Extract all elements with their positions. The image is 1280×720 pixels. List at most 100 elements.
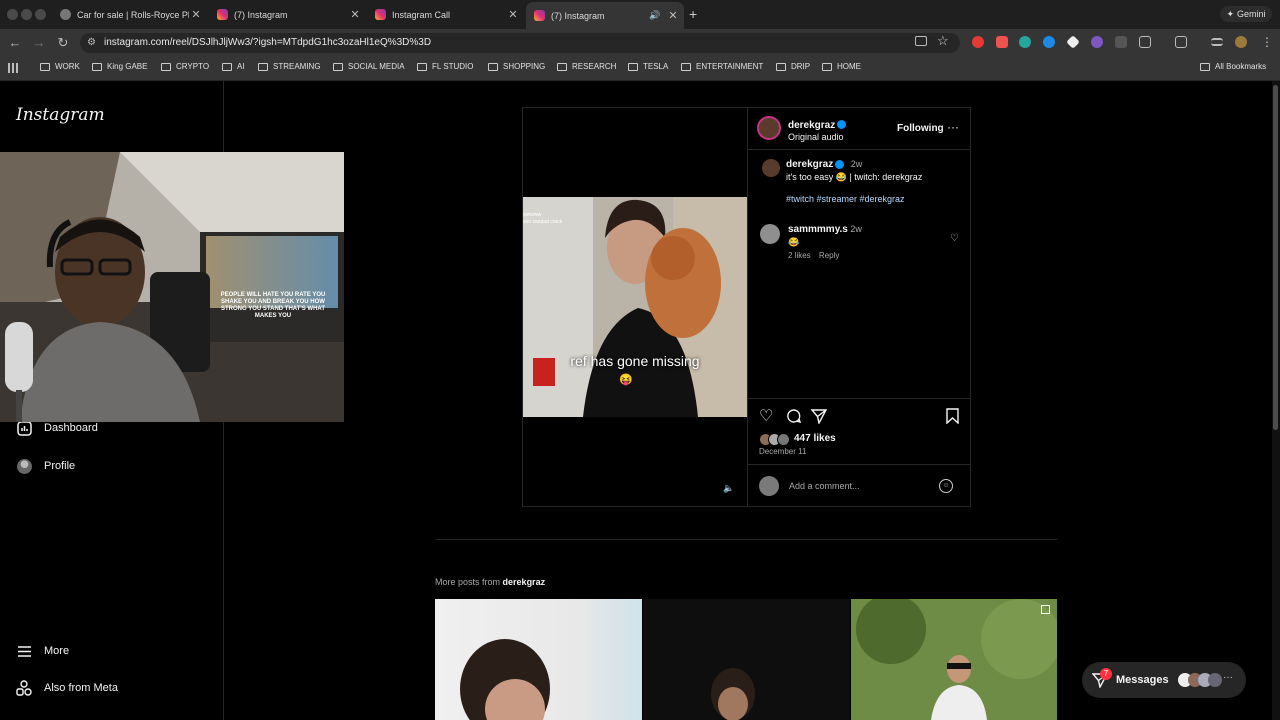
sidebar-item-dashboard[interactable]: Dashboard bbox=[16, 420, 98, 436]
bookmark-folder[interactable]: DRIP bbox=[776, 62, 810, 71]
caption-author-avatar[interactable] bbox=[762, 159, 780, 177]
hashtags[interactable]: #twitch #streamer #derekgraz bbox=[786, 194, 905, 204]
extension-icon[interactable] bbox=[1091, 36, 1103, 48]
profile-avatar-icon[interactable] bbox=[1235, 36, 1247, 48]
tab-close-icon[interactable]: ✕ bbox=[348, 8, 362, 21]
reel-video[interactable]: wwwww soo sandad crack ref has gone miss… bbox=[523, 108, 747, 506]
bookmark-folder[interactable]: SOCIAL MEDIA bbox=[333, 62, 405, 71]
apps-grid-icon[interactable] bbox=[8, 63, 18, 73]
author-username[interactable]: derekgraz bbox=[788, 120, 835, 131]
folder-icon bbox=[776, 62, 786, 71]
folder-icon bbox=[222, 62, 232, 71]
bookmark-folder[interactable]: STREAMING bbox=[258, 62, 321, 71]
forward-arrow-icon[interactable]: → bbox=[31, 35, 47, 50]
install-app-icon[interactable] bbox=[915, 36, 927, 46]
author-avatar[interactable] bbox=[757, 116, 781, 140]
extension-icon[interactable] bbox=[1115, 36, 1127, 48]
bookmark-folder[interactable]: AI bbox=[222, 62, 245, 71]
gemini-button[interactable]: ✦ Gemini bbox=[1220, 6, 1272, 22]
tab-close-icon[interactable]: ✕ bbox=[666, 9, 680, 22]
folder-icon bbox=[1200, 62, 1210, 71]
site-info-icon[interactable]: ⚙ bbox=[87, 37, 96, 48]
browser-menu-icon[interactable]: ⋮ bbox=[1261, 35, 1273, 49]
folder-icon bbox=[333, 62, 343, 71]
more-posts-prefix: More posts from bbox=[435, 577, 501, 587]
bookmark-folder[interactable]: TESLA bbox=[628, 62, 668, 71]
messages-button[interactable]: 7 Messages ··· bbox=[1082, 662, 1246, 698]
all-bookmarks-button[interactable]: All Bookmarks bbox=[1200, 62, 1266, 71]
browser-tab[interactable]: Instagram Call ✕ bbox=[367, 4, 524, 25]
carousel-icon bbox=[1041, 605, 1050, 614]
webcam-overlay: PEOPLE WILL HATE YOU RATE YOU SHAKE YOU … bbox=[0, 152, 344, 422]
side-panel-icon[interactable] bbox=[1175, 36, 1187, 48]
extensions-puzzle-icon[interactable] bbox=[1139, 36, 1151, 48]
post-thumbnail[interactable] bbox=[435, 599, 642, 720]
bookmark-folder[interactable]: FL STUDIO bbox=[417, 62, 473, 71]
scrollbar-thumb[interactable] bbox=[1273, 85, 1278, 430]
window-minimize-button[interactable] bbox=[21, 9, 32, 20]
comment-text: 😂 bbox=[788, 237, 800, 247]
add-comment-input[interactable]: Add a comment... bbox=[789, 481, 860, 491]
bookmark-folder[interactable]: HOME bbox=[822, 62, 861, 71]
my-avatar bbox=[759, 476, 779, 496]
more-posts-username[interactable]: derekgraz bbox=[503, 577, 546, 587]
comment: sammmmy.s 2w 😂 bbox=[788, 223, 862, 248]
comment-reply-button[interactable]: Reply bbox=[819, 251, 839, 260]
speaker-icon[interactable]: 🔊 bbox=[648, 10, 662, 21]
window-maximize-button[interactable] bbox=[35, 9, 46, 20]
emoji-sticker-icon: 😝 bbox=[619, 374, 633, 386]
tab-close-icon[interactable]: ✕ bbox=[506, 8, 520, 21]
new-tab-button[interactable]: + bbox=[689, 6, 697, 22]
extension-icon[interactable] bbox=[996, 36, 1008, 48]
sidebar-item-more[interactable]: More bbox=[16, 643, 69, 659]
back-arrow-icon[interactable]: ← bbox=[7, 35, 23, 50]
emoji-picker-icon[interactable]: ☺ bbox=[939, 479, 953, 493]
folder-icon bbox=[822, 62, 832, 71]
tab-search-icon[interactable] bbox=[1211, 38, 1223, 46]
extension-icon[interactable] bbox=[1043, 36, 1055, 48]
comment-likes[interactable]: 2 likes bbox=[788, 251, 811, 260]
extension-red-icon[interactable] bbox=[972, 36, 984, 48]
bookmark-star-icon[interactable]: ☆ bbox=[937, 33, 949, 49]
bookmark-folder[interactable]: CRYPTO bbox=[161, 62, 209, 71]
comment-bubble-icon[interactable] bbox=[786, 408, 802, 427]
caption-username[interactable]: derekgraz bbox=[786, 159, 833, 170]
post-thumbnail[interactable] bbox=[851, 599, 1057, 720]
divider bbox=[748, 398, 970, 399]
mute-speaker-icon[interactable]: 🔈 bbox=[723, 483, 735, 495]
following-button[interactable]: Following bbox=[897, 123, 944, 134]
likes-count[interactable]: 447 likes bbox=[794, 433, 836, 444]
reload-icon[interactable]: ↻ bbox=[55, 35, 71, 51]
commenter-avatar[interactable] bbox=[760, 224, 780, 244]
tab-close-icon[interactable]: ✕ bbox=[189, 8, 203, 21]
sidebar-item-also-from-meta[interactable]: Also from Meta bbox=[16, 680, 118, 696]
instagram-favicon-icon bbox=[375, 9, 386, 20]
divider bbox=[748, 464, 970, 465]
instagram-favicon-icon bbox=[534, 10, 545, 21]
audio-label[interactable]: Original audio bbox=[788, 132, 846, 142]
url-text[interactable]: instagram.com/reel/DSJlhJljWw3/?igsh=MTd… bbox=[104, 37, 431, 48]
browser-tab[interactable]: (7) Instagram ✕ bbox=[209, 4, 366, 25]
bookmark-folder[interactable]: SHOPPING bbox=[488, 62, 545, 71]
comment-like-heart-icon[interactable]: ♡ bbox=[950, 233, 959, 244]
more-posts-heading: More posts from derekgraz bbox=[435, 577, 545, 587]
window-close-button[interactable] bbox=[7, 9, 18, 20]
bookmark-folder[interactable]: ENTERTAINMENT bbox=[681, 62, 763, 71]
page-scrollbar[interactable] bbox=[1272, 81, 1280, 720]
share-send-icon[interactable] bbox=[810, 408, 828, 427]
sidebar-item-label: More bbox=[44, 645, 70, 657]
sidebar-item-profile[interactable]: Profile bbox=[16, 458, 75, 474]
post-thumbnail[interactable] bbox=[643, 599, 850, 720]
extension-icon[interactable] bbox=[1019, 36, 1031, 48]
tab-title: (7) Instagram bbox=[551, 10, 605, 21]
bookmark-folder[interactable]: King GABE bbox=[92, 62, 147, 71]
bookmark-folder[interactable]: WORK bbox=[40, 62, 80, 71]
bookmark-folder[interactable]: RESEARCH bbox=[557, 62, 616, 71]
like-heart-icon[interactable]: ♡ bbox=[759, 409, 773, 425]
instagram-logo[interactable]: Instagram bbox=[16, 105, 105, 125]
browser-tab[interactable]: Car for sale | Rolls-Royce Pha ✕ bbox=[52, 4, 207, 25]
browser-tab-active[interactable]: (7) Instagram 🔊 ✕ bbox=[526, 2, 684, 29]
save-bookmark-icon[interactable] bbox=[946, 408, 959, 427]
more-options-icon[interactable]: ··· bbox=[947, 120, 959, 134]
comment-username[interactable]: sammmmy.s bbox=[788, 224, 848, 235]
